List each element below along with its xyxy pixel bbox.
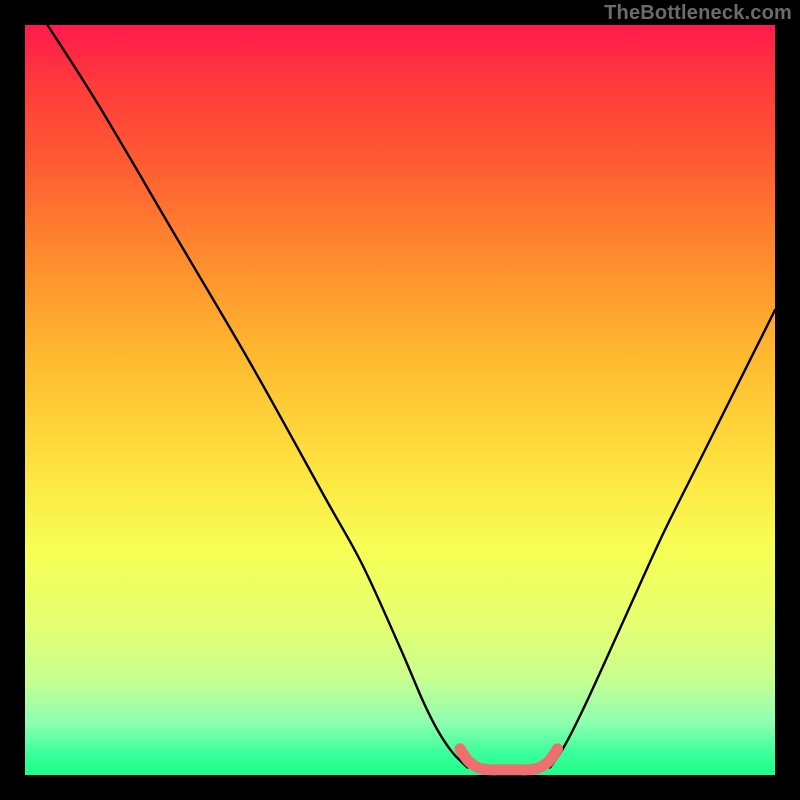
chart-plot-area [25,25,775,775]
chart-svg [25,25,775,775]
curve-right [550,310,775,768]
curve-left [48,25,468,768]
optimal-segment [460,749,558,770]
chart-frame: TheBottleneck.com [0,0,800,800]
watermark-text: TheBottleneck.com [604,2,792,25]
